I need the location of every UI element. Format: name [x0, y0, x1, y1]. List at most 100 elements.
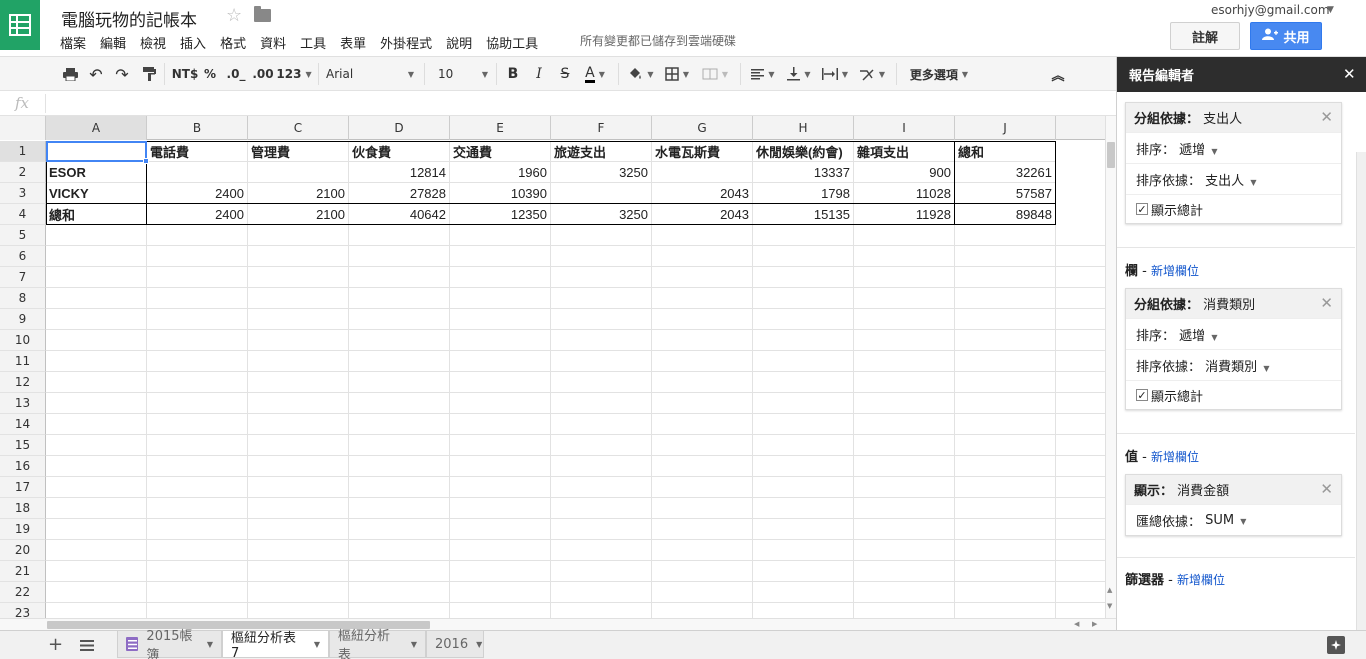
row-header[interactable]: 20 — [0, 540, 46, 561]
empty-row[interactable] — [46, 435, 1105, 456]
cell-f3[interactable] — [551, 183, 652, 204]
chevron-down-icon[interactable]: ▼ — [314, 640, 320, 649]
percent-format-button[interactable]: % — [202, 65, 218, 83]
empty-row[interactable] — [46, 582, 1105, 603]
row-header[interactable]: 8 — [0, 288, 46, 309]
add-filter-field-link[interactable]: 新增欄位 — [1177, 573, 1225, 587]
cell-b2[interactable] — [147, 162, 248, 183]
account-email[interactable]: esorhjy@gmail.com — [1211, 3, 1330, 17]
cell-a2[interactable]: ESOR — [46, 162, 147, 183]
row-header[interactable]: 5 — [0, 225, 46, 246]
cell-d4[interactable]: 40642 — [349, 204, 450, 225]
comments-button[interactable]: 註解 — [1170, 22, 1240, 50]
summarize-dropdown[interactable]: SUM ▼ — [1205, 513, 1246, 528]
cell-b1[interactable]: 電話費 — [147, 141, 248, 162]
cell-e4[interactable]: 12350 — [450, 204, 551, 225]
menu-addons[interactable]: 外掛程式 — [373, 33, 439, 52]
cell-a3[interactable]: VICKY — [46, 183, 147, 204]
document-title[interactable]: 電腦玩物的記帳本 — [61, 6, 197, 31]
empty-row[interactable] — [46, 372, 1105, 393]
fill-handle[interactable] — [143, 158, 149, 164]
cell-i3[interactable]: 11028 — [854, 183, 955, 204]
print-icon[interactable] — [60, 65, 80, 83]
number-format-dropdown[interactable]: 123 ▼ — [276, 65, 311, 83]
add-sheet-icon[interactable]: + — [48, 634, 63, 655]
chevron-down-icon[interactable]: ▼ — [476, 640, 482, 649]
column-header-f[interactable]: F — [551, 116, 652, 140]
chevron-down-icon[interactable]: ▼ — [207, 640, 213, 649]
cell-g3[interactable]: 2043 — [652, 183, 753, 204]
merge-cells-icon[interactable]: ▼ — [698, 65, 732, 83]
cell-e3[interactable]: 10390 — [450, 183, 551, 204]
empty-row[interactable] — [46, 498, 1105, 519]
cell-a4[interactable]: 總和 — [46, 204, 147, 225]
scroll-up-icon[interactable]: ▲ — [1107, 586, 1112, 594]
menu-help[interactable]: 說明 — [439, 33, 479, 52]
show-totals-checkbox[interactable]: ✓ — [1136, 389, 1148, 402]
empty-row[interactable] — [46, 456, 1105, 477]
chevron-down-icon[interactable]: ▼ — [411, 640, 417, 649]
scroll-right-icon[interactable]: ▶ — [1092, 620, 1097, 628]
row-header[interactable]: 22 — [0, 582, 46, 603]
font-size-dropdown[interactable]: 10 ▼ — [438, 65, 488, 83]
show-totals-checkbox[interactable]: ✓ — [1136, 203, 1148, 216]
row-header[interactable]: 3 — [0, 183, 46, 204]
row-header[interactable]: 17 — [0, 477, 46, 498]
row-header[interactable]: 11 — [0, 351, 46, 372]
cell-h4[interactable]: 15135 — [753, 204, 854, 225]
borders-icon[interactable]: ▼ — [662, 65, 692, 83]
spreadsheet-grid[interactable]: A B C D E F G H I J 1 2 3 4 5 6 7 8 9 10… — [0, 116, 1105, 618]
vertical-scrollbar[interactable]: ▲ ▼ — [1105, 116, 1116, 618]
menu-accessibility[interactable]: 協助工具 — [479, 33, 545, 52]
cell-d2[interactable]: 12814 — [349, 162, 450, 183]
active-cell-selection[interactable] — [46, 141, 147, 162]
cell-c3[interactable]: 2100 — [248, 183, 349, 204]
row-header[interactable]: 23 — [0, 603, 46, 618]
cell-b3[interactable]: 2400 — [147, 183, 248, 204]
close-icon[interactable]: ✕ — [1343, 65, 1356, 83]
empty-row[interactable] — [46, 267, 1105, 288]
fill-color-icon[interactable]: ▼ — [626, 65, 656, 83]
remove-field-icon[interactable]: ✕ — [1320, 108, 1333, 126]
empty-row[interactable] — [46, 351, 1105, 372]
cell-b4[interactable]: 2400 — [147, 204, 248, 225]
row-header[interactable]: 2 — [0, 162, 46, 183]
vertical-align-icon[interactable]: ▼ — [784, 65, 814, 83]
italic-button[interactable]: I — [530, 65, 548, 83]
paint-format-icon[interactable] — [139, 65, 159, 83]
row-header[interactable]: 1 — [0, 141, 46, 162]
cell-e2[interactable]: 1960 — [450, 162, 551, 183]
scroll-left-icon[interactable]: ◀ — [1074, 620, 1079, 628]
remove-field-icon[interactable]: ✕ — [1320, 480, 1333, 498]
column-header-e[interactable]: E — [450, 116, 551, 140]
add-value-field-link[interactable]: 新增欄位 — [1151, 450, 1199, 464]
row-header[interactable]: 9 — [0, 309, 46, 330]
column-header-d[interactable]: D — [349, 116, 450, 140]
cell-h3[interactable]: 1798 — [753, 183, 854, 204]
row-header[interactable]: 6 — [0, 246, 46, 267]
folder-icon[interactable] — [254, 6, 271, 22]
empty-row[interactable] — [46, 561, 1105, 582]
sheet-tab-pivot-7[interactable]: 樞紐分析表 7 ▼ — [222, 631, 329, 659]
scroll-down-icon[interactable]: ▼ — [1107, 602, 1112, 610]
empty-row[interactable] — [46, 393, 1105, 414]
column-header-b[interactable]: B — [147, 116, 248, 140]
cell-f4[interactable]: 3250 — [551, 204, 652, 225]
row-header[interactable]: 15 — [0, 435, 46, 456]
row-header[interactable]: 18 — [0, 498, 46, 519]
row-header[interactable]: 10 — [0, 330, 46, 351]
remove-field-icon[interactable]: ✕ — [1320, 294, 1333, 312]
collapse-toolbar-icon[interactable]: ︽ — [1048, 65, 1068, 84]
cell-j1[interactable]: 總和 — [955, 141, 1056, 162]
column-header-a[interactable]: A — [46, 116, 147, 140]
sort-by-dropdown[interactable]: 支出人 ▼ — [1205, 170, 1256, 189]
sort-order-dropdown[interactable]: 遞增 ▼ — [1179, 139, 1217, 158]
row-header[interactable]: 14 — [0, 414, 46, 435]
cell-f1[interactable]: 旅遊支出 — [551, 141, 652, 162]
empty-row[interactable] — [46, 225, 1105, 246]
text-rotation-icon[interactable]: ▼ — [856, 65, 888, 83]
text-color-button[interactable]: A ▼ — [580, 65, 610, 83]
cell-h1[interactable]: 休閒娛樂(約會) — [753, 141, 854, 162]
menu-view[interactable]: 檢視 — [133, 33, 173, 52]
sort-order-dropdown[interactable]: 遞增 ▼ — [1179, 325, 1217, 344]
